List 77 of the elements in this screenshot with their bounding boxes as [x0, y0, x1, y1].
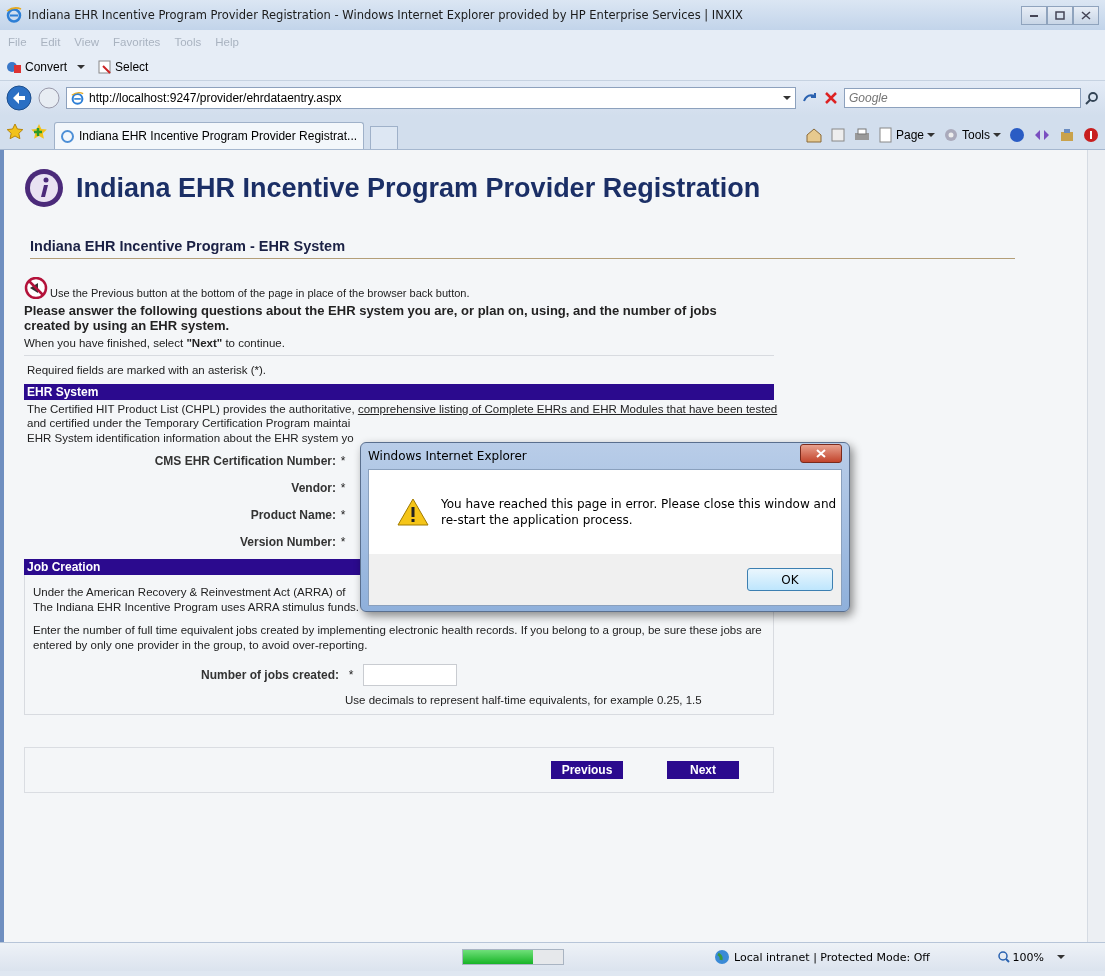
nav-button[interactable]: Next	[667, 761, 739, 779]
search-field[interactable]: Google	[844, 88, 1081, 108]
jobs-input[interactable]	[363, 663, 457, 686]
toolbar-button[interactable]: Convert	[6, 60, 87, 74]
zone-text: Local intranet | Protected Mode: Off	[734, 950, 930, 964]
page-icon	[878, 127, 893, 143]
back-button[interactable]	[6, 85, 32, 111]
caret-icon[interactable]	[783, 95, 791, 101]
warning-icon	[397, 497, 429, 527]
browser-tab[interactable]: Indiana EHR Incentive Program Provider Registrat...	[54, 122, 365, 149]
required-marker: *	[339, 534, 347, 549]
browser-logo-icon	[6, 7, 22, 23]
scrollbar[interactable]	[1087, 150, 1105, 942]
select-icon	[98, 60, 113, 74]
paragraph: Under the American Recovery & Reinvestment Act (ARRA) of The Indiana EHR Incentive Program uses ARRA stimulus funds.	[33, 585, 360, 615]
description-text: The Certified HIT Product List (CHPL) provides the authoritative,	[27, 402, 356, 415]
close-button[interactable]	[800, 443, 842, 463]
chpl-link[interactable]: comprehensive listing of Complete EHRs and EHR Modules that have been tested	[357, 402, 778, 415]
dialog-title: Windows Internet Explorer	[368, 449, 527, 463]
field-label: CMS EHR Certification Number:	[153, 453, 336, 468]
intro-text: Please answer the following questions about the EHR system you are, or plan on, using, and the number of jobs created by using an EHR system.	[24, 303, 718, 333]
browser-logo-icon	[71, 91, 84, 105]
field-label: Version Number:	[238, 534, 336, 549]
required-marker: *	[347, 667, 355, 682]
page-heading: Indiana EHR Incentive Program Provider Registration	[76, 172, 761, 204]
search-icon[interactable]	[1085, 91, 1099, 105]
section-title: Indiana EHR Incentive Program - EHR System	[30, 238, 1015, 259]
close-icon	[816, 448, 826, 458]
minimize-button[interactable]	[1021, 5, 1047, 25]
section-bar: EHR System	[24, 383, 774, 400]
window-title: Indiana EHR Incentive Program Provider Registration - Windows Internet Explorer provided by HP Enterprise Services | INXIX	[28, 8, 744, 22]
close-button[interactable]	[1073, 5, 1099, 25]
no-back-icon	[24, 277, 48, 299]
field-label: Number of jobs created:	[199, 667, 339, 682]
toolbox-icon[interactable]	[1059, 127, 1075, 143]
gear-icon	[943, 127, 959, 143]
required-note: Required fields are marked with an asterisk (*).	[26, 363, 268, 378]
nav-button[interactable]: Previous	[551, 761, 623, 779]
research-icon[interactable]	[1033, 128, 1051, 142]
finish-text: When you have finished, select "Next" to continue.	[24, 337, 286, 349]
field-label: Product Name:	[249, 507, 336, 522]
zoom-control[interactable]: 100%	[997, 950, 1065, 964]
badge-icon[interactable]	[1083, 127, 1099, 143]
forward-button[interactable]	[38, 87, 60, 109]
stop-icon[interactable]	[824, 91, 838, 105]
zoom-icon	[997, 951, 1010, 963]
convert-icon	[6, 60, 22, 74]
required-marker: *	[339, 453, 347, 468]
notice-text: Use the Previous button at the bottom of the page in place of the browser back button.	[50, 287, 470, 299]
loading-icon	[61, 129, 74, 143]
home-icon[interactable]	[804, 127, 823, 143]
caret-icon[interactable]	[76, 64, 87, 70]
required-marker: *	[339, 507, 347, 522]
address-bar[interactable]: http://localhost:9247/provider/ehrdataentry.aspx	[66, 87, 796, 109]
hint-text: Use decimals to represent half-time equivalents, for example 0.25, 1.5	[344, 694, 703, 706]
command-menu[interactable]: Page	[878, 127, 935, 143]
globe-icon	[714, 949, 730, 965]
favorites-star-icon[interactable]	[6, 123, 24, 141]
caret-icon	[927, 132, 935, 138]
minimize-icon	[1029, 12, 1039, 18]
field-label: Vendor:	[290, 480, 336, 495]
info-logo-icon	[24, 168, 64, 208]
maximize-icon	[1055, 10, 1065, 20]
dialog-message: You have reached this page in error. Please close this window and re-start the application process.	[441, 496, 838, 528]
required-marker: *	[339, 480, 347, 495]
add-favorite-icon[interactable]	[30, 123, 48, 141]
ok-button[interactable]: OK	[747, 568, 833, 591]
printer-icon[interactable]	[852, 127, 871, 143]
description-text: EHR System identification information about the EHR system yo	[27, 431, 354, 444]
maximize-button[interactable]	[1047, 5, 1073, 25]
close-icon	[1081, 10, 1091, 20]
description-text: and certified under the Temporary Certification Program maintai	[27, 417, 351, 429]
caret-icon	[1057, 954, 1065, 960]
toolbar-button[interactable]: Select	[98, 60, 149, 74]
paragraph: Enter the number of full time equivalent jobs created by implementing electronic health records. If you belong to a group, be sure these jobs are entered by only one provider in the group, to avoid over-reporting.	[33, 623, 763, 653]
caret-icon	[993, 132, 1001, 138]
command-menu[interactable]: Tools	[943, 127, 1001, 143]
